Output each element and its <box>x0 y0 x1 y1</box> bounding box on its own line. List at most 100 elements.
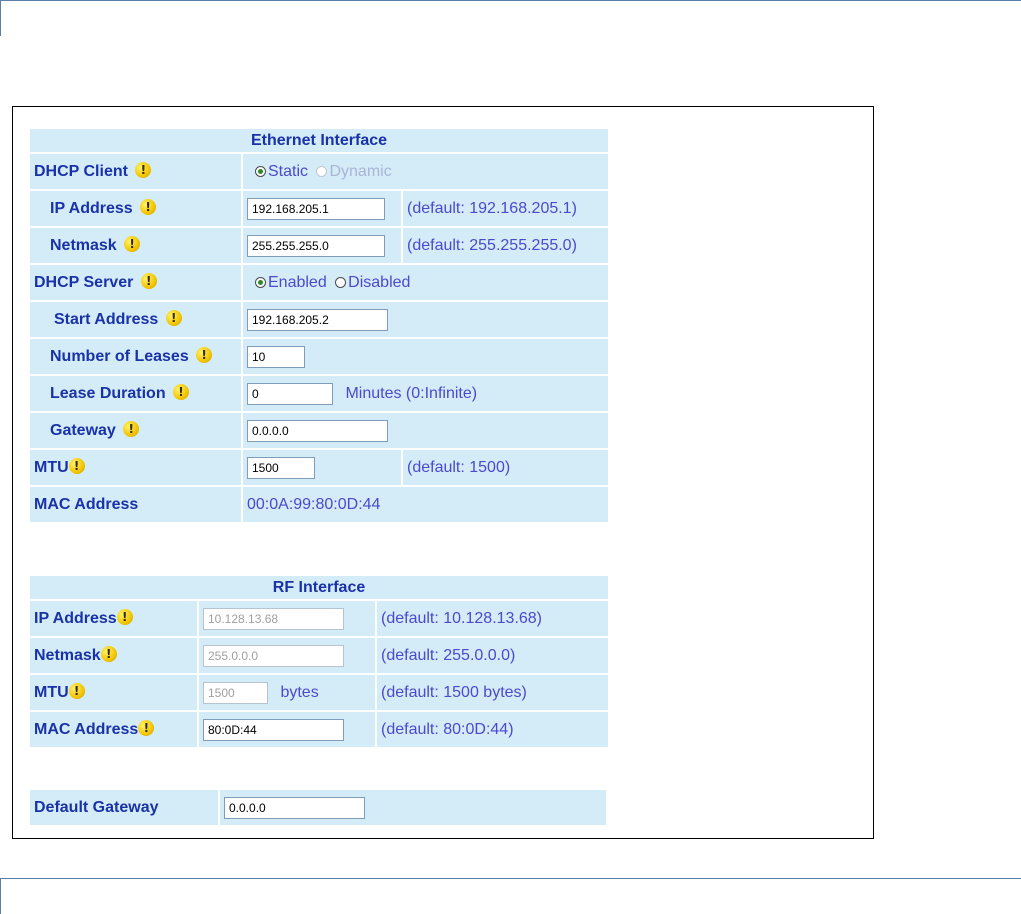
warning-icon[interactable]: ! <box>123 421 140 437</box>
eth-ip-address-input[interactable] <box>247 197 385 220</box>
warning-icon[interactable]: ! <box>116 609 133 625</box>
rf-netmask-input <box>203 644 344 667</box>
default-gateway-panel: Default Gateway <box>28 788 608 827</box>
dhcp-server-disabled-radio[interactable]: Disabled <box>335 274 414 291</box>
warning-icon[interactable]: ! <box>140 199 157 215</box>
eth-ip-address-label: IP Address <box>50 200 133 217</box>
warning-icon[interactable]: ! <box>140 273 157 289</box>
eth-netmask-input[interactable] <box>247 234 385 257</box>
rf-mac-address-input-cell <box>199 712 375 747</box>
eth-mac-address-row: MAC Address 00:0A:99:80:0D:44 <box>30 487 609 522</box>
rf-mac-address-input[interactable] <box>203 718 344 741</box>
lease-duration-units: Minutes (0:Infinite) <box>345 384 478 402</box>
dhcp-server-enabled-radio[interactable]: Enabled <box>255 274 331 291</box>
eth-gateway-input[interactable] <box>247 419 388 442</box>
eth-mac-address-label: MAC Address <box>30 487 241 522</box>
rf-netmask-label-cell: Netmask! <box>30 638 197 673</box>
dhcp-server-label-cell: DHCP Server ! <box>30 265 241 300</box>
rf-mtu-default: (default: 1500 bytes) <box>377 675 608 710</box>
warning-icon[interactable]: ! <box>138 720 155 736</box>
radio-unselected-icon[interactable] <box>335 276 347 288</box>
rf-ip-address-label-cell: IP Address! <box>30 601 197 636</box>
eth-mtu-row: MTU! (default: 1500) <box>30 450 609 485</box>
dhcp-client-dynamic-label[interactable]: Dynamic <box>329 163 391 180</box>
rf-netmask-input-cell <box>199 638 375 673</box>
dhcp-server-disabled-label[interactable]: Disabled <box>348 274 410 291</box>
ethernet-interface-title: Ethernet Interface <box>30 129 609 152</box>
eth-netmask-input-cell <box>243 228 401 263</box>
rf-ip-address-default: (default: 10.128.13.68) <box>377 601 608 636</box>
eth-mtu-input-cell <box>243 450 401 485</box>
start-address-label: Start Address <box>54 311 159 328</box>
default-gateway-input[interactable] <box>224 796 365 819</box>
eth-mtu-input[interactable] <box>247 456 315 479</box>
rf-interface-table: RF Interface IP Address! (default: 10.12… <box>28 574 610 749</box>
warning-icon[interactable]: ! <box>173 384 190 400</box>
dhcp-client-static-label[interactable]: Static <box>268 163 308 180</box>
rf-interface-panel: RF Interface IP Address! (default: 10.12… <box>28 574 608 749</box>
rf-netmask-default: (default: 255.0.0.0) <box>377 638 608 673</box>
rf-ip-address-input-cell <box>199 601 375 636</box>
eth-mac-address-value: 00:0A:99:80:0D:44 <box>243 487 609 522</box>
start-address-label-cell: Start Address ! <box>30 302 241 337</box>
warning-icon[interactable]: ! <box>68 683 85 699</box>
rf-mtu-input <box>203 681 268 704</box>
rf-mtu-input-cell: bytes <box>199 675 375 710</box>
eth-ip-address-row: IP Address ! (default: 192.168.205.1) <box>30 191 609 226</box>
eth-netmask-default: (default: 255.255.255.0) <box>403 228 609 263</box>
ethernet-interface-table: Ethernet Interface DHCP Client ! Static … <box>28 127 610 524</box>
eth-ip-address-default: (default: 192.168.205.1) <box>403 191 609 226</box>
eth-gateway-input-cell <box>243 413 609 448</box>
rf-interface-title: RF Interface <box>30 576 608 599</box>
start-address-row: Start Address ! <box>30 302 609 337</box>
warning-icon[interactable]: ! <box>100 646 117 662</box>
page-bottom-rule <box>0 878 1021 879</box>
number-of-leases-input[interactable] <box>247 345 305 368</box>
warning-icon[interactable]: ! <box>124 236 141 252</box>
rf-mtu-label-cell: MTU! <box>30 675 197 710</box>
rf-ip-address-input <box>203 607 344 630</box>
warning-icon[interactable]: ! <box>196 347 213 363</box>
rf-mac-address-row: MAC Address! (default: 80:0D:44) <box>30 712 608 747</box>
eth-mtu-label: MTU <box>34 459 69 476</box>
warning-icon[interactable]: ! <box>165 310 182 326</box>
radio-selected-icon[interactable] <box>255 276 266 288</box>
rf-mtu-label: MTU <box>34 684 69 701</box>
lease-duration-label-cell: Lease Duration ! <box>30 376 241 411</box>
warning-icon[interactable]: ! <box>68 458 85 474</box>
start-address-input[interactable] <box>247 308 388 331</box>
eth-mtu-default: (default: 1500) <box>403 450 609 485</box>
number-of-leases-label-cell: Number of Leases ! <box>30 339 241 374</box>
rf-ip-address-label: IP Address <box>34 610 117 627</box>
lease-duration-input-cell: Minutes (0:Infinite) <box>243 376 609 411</box>
default-gateway-table: Default Gateway <box>28 788 608 827</box>
dhcp-client-dynamic-radio[interactable]: Dynamic <box>316 163 395 180</box>
default-gateway-label: Default Gateway <box>30 790 218 825</box>
eth-gateway-label: Gateway <box>50 422 116 439</box>
rf-mac-address-label-cell: MAC Address! <box>30 712 197 747</box>
default-gateway-row: Default Gateway <box>30 790 606 825</box>
eth-gateway-row: Gateway ! <box>30 413 609 448</box>
page-bottom-tick <box>0 878 1 914</box>
eth-netmask-label-cell: Netmask ! <box>30 228 241 263</box>
dhcp-server-enabled-label[interactable]: Enabled <box>268 274 327 291</box>
dhcp-server-options: Enabled Disabled <box>243 265 609 300</box>
dhcp-client-label: DHCP Client <box>34 163 128 180</box>
radio-unselected-icon[interactable] <box>316 165 328 177</box>
eth-ip-address-input-cell <box>243 191 401 226</box>
lease-duration-input[interactable] <box>247 382 333 405</box>
eth-ip-address-label-cell: IP Address ! <box>30 191 241 226</box>
radio-selected-icon[interactable] <box>255 165 266 177</box>
page-top-tick <box>0 0 1 36</box>
eth-netmask-row: Netmask ! (default: 255.255.255.0) <box>30 228 609 263</box>
number-of-leases-label: Number of Leases <box>50 348 189 365</box>
eth-netmask-label: Netmask <box>50 237 117 254</box>
number-of-leases-row: Number of Leases ! <box>30 339 609 374</box>
rf-ip-address-row: IP Address! (default: 10.128.13.68) <box>30 601 608 636</box>
eth-mtu-label-cell: MTU! <box>30 450 241 485</box>
dhcp-client-static-radio[interactable]: Static <box>255 163 312 180</box>
rf-mtu-unit: bytes <box>280 683 319 701</box>
start-address-input-cell <box>243 302 609 337</box>
warning-icon[interactable]: ! <box>135 162 152 178</box>
dhcp-server-row: DHCP Server ! Enabled Disabled <box>30 265 609 300</box>
